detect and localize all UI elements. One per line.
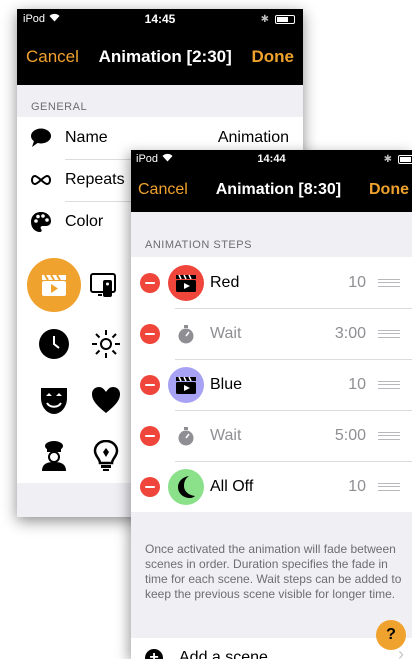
battery-icon xyxy=(275,15,295,24)
status-bar: iPod 14:44 ✱ xyxy=(131,150,412,168)
bluetooth-icon: ✱ xyxy=(260,14,269,25)
step-duration[interactable]: 10 xyxy=(348,274,366,292)
name-label: Name xyxy=(65,129,108,146)
step-duration[interactable]: 10 xyxy=(348,376,366,394)
name-value: Animation xyxy=(217,129,289,146)
step-name: All Off xyxy=(210,477,254,495)
step-row-all-off[interactable]: All Off 10 xyxy=(131,461,412,512)
delete-button[interactable] xyxy=(140,476,160,497)
clapperboard-icon xyxy=(168,366,204,403)
cancel-button[interactable]: Cancel xyxy=(26,47,79,67)
heart-icon[interactable] xyxy=(89,383,123,417)
help-button[interactable]: ? xyxy=(376,620,406,650)
front-screen: iPod 14:44 ✱ Cancel Animation [8:30] Don… xyxy=(131,150,412,659)
stopwatch-icon xyxy=(168,418,204,454)
reorder-handle[interactable] xyxy=(378,329,400,338)
delete-button[interactable] xyxy=(140,425,160,446)
step-row-wait[interactable]: Wait 3:00 xyxy=(131,308,412,359)
done-button[interactable]: Done xyxy=(252,47,295,67)
sun-icon[interactable] xyxy=(89,327,123,361)
navigation-bar: Cancel Animation [2:30] Done xyxy=(17,29,303,85)
delete-button[interactable] xyxy=(140,323,160,344)
step-duration[interactable]: 5:00 xyxy=(335,427,366,445)
step-name: Wait xyxy=(210,324,242,342)
clock-icon[interactable] xyxy=(37,327,71,361)
step-name: Red xyxy=(210,273,240,291)
add-scene-row[interactable]: + Add a scene › xyxy=(131,638,412,659)
color-label: Color xyxy=(65,213,104,230)
plus-icon: + xyxy=(145,649,163,659)
clapperboard-icon[interactable] xyxy=(27,258,81,312)
reorder-handle[interactable] xyxy=(378,278,400,287)
lightbulb-icon[interactable] xyxy=(89,439,123,473)
step-row-blue[interactable]: Blue 10 xyxy=(131,359,412,410)
add-scene-label: Add a scene xyxy=(179,649,268,659)
remote-icon[interactable] xyxy=(89,271,119,301)
chef-icon[interactable] xyxy=(37,439,71,473)
clapperboard-icon xyxy=(168,264,204,301)
step-row-wait[interactable]: Wait 5:00 xyxy=(131,410,412,461)
delete-button[interactable] xyxy=(140,374,160,395)
cancel-button[interactable]: Cancel xyxy=(138,181,188,199)
palette-icon xyxy=(29,210,53,234)
mask-icon[interactable] xyxy=(37,383,71,417)
animation-steps-list: Red 10 Wait 3:00 Blue 10 Wait 5:00 All O… xyxy=(131,257,412,512)
step-row-red[interactable]: Red 10 xyxy=(131,257,412,308)
done-button[interactable]: Done xyxy=(369,181,409,199)
speech-bubble-icon xyxy=(29,126,53,150)
page-title: Animation [8:30] xyxy=(215,181,342,198)
infinity-icon xyxy=(29,168,53,192)
navigation-bar: Cancel Animation [8:30] Done xyxy=(131,168,412,212)
repeats-label: Repeats xyxy=(65,171,125,188)
stopwatch-icon xyxy=(168,316,204,352)
bluetooth-icon: ✱ xyxy=(383,154,392,165)
step-name: Wait xyxy=(210,426,242,444)
reorder-handle[interactable] xyxy=(378,482,400,491)
moon-icon xyxy=(168,468,204,505)
page-title: Animation [2:30] xyxy=(98,47,232,66)
reorder-handle[interactable] xyxy=(378,380,400,389)
status-bar: iPod 14:45 ✱ xyxy=(17,9,303,29)
step-duration[interactable]: 10 xyxy=(348,478,366,496)
step-duration[interactable]: 3:00 xyxy=(335,325,366,343)
section-footer: Once activated the animation will fade b… xyxy=(145,542,402,601)
step-name: Blue xyxy=(210,375,243,393)
reorder-handle[interactable] xyxy=(378,431,400,440)
section-header-animation-steps: ANIMATION STEPS xyxy=(145,239,252,251)
section-header-general: GENERAL xyxy=(31,101,88,113)
delete-button[interactable] xyxy=(140,272,160,293)
battery-icon xyxy=(398,155,412,164)
status-time: 14:44 xyxy=(257,153,286,165)
